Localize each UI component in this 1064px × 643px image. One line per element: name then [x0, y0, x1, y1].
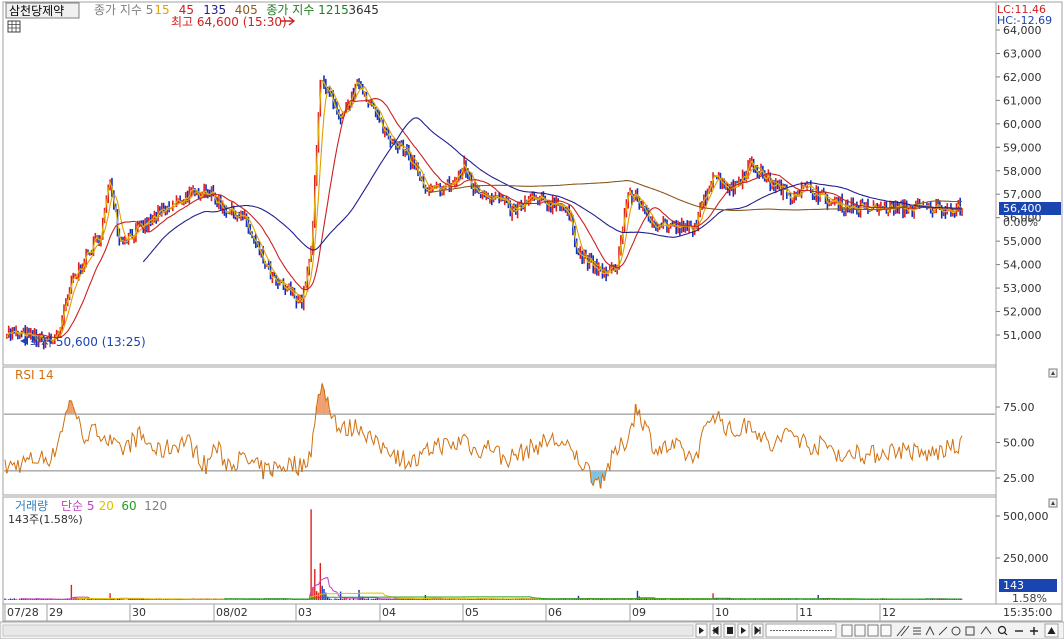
x-tick-label: 05	[465, 606, 479, 619]
price-tick-label: 54,000	[1003, 259, 1042, 272]
stock-name: 삼천당제약	[9, 3, 64, 18]
legend-item: 15	[154, 3, 169, 17]
price-tick-label: 61,000	[1003, 94, 1042, 107]
legend-item: 종가 지수 5	[94, 3, 153, 17]
chart-canvas[interactable]: 51,00052,00053,00054,00055,00056,00057,0…	[0, 0, 1064, 640]
current-volume: 143	[1003, 579, 1024, 592]
x-tick-label: 10	[715, 606, 729, 619]
x-tick-label: 08/02	[216, 606, 248, 619]
price-tick-label: 60,000	[1003, 118, 1042, 131]
volume-subtitle: 143주(1.58%)	[8, 513, 83, 526]
price-tick-label: 51,000	[1003, 329, 1042, 342]
high-annotation: 최고 64,600 (15:30)	[171, 15, 287, 29]
price-panel[interactable]	[2, 1, 997, 366]
grid-settings-icon[interactable]	[7, 20, 21, 33]
layout-icon[interactable]	[841, 624, 853, 637]
price-tick-label: 55,000	[1003, 235, 1042, 248]
copy-icon[interactable]	[854, 624, 866, 637]
x-tick-label: 09	[632, 606, 646, 619]
x-tick-label: 12	[882, 606, 896, 619]
price-tick-label: 53,000	[1003, 282, 1042, 295]
x-tick-label: 04	[382, 606, 396, 619]
horizontal-scrollbar[interactable]	[2, 624, 694, 637]
stock-chart-window: 51,000 52,000 53,000 54,000 55,000 56,000 57,0…	[0, 0, 1064, 640]
current-volume-pct: 1.58%	[1012, 592, 1047, 605]
price-tick-label: 58,000	[1003, 165, 1042, 178]
stop-icon	[727, 627, 733, 634]
volume-tick-label: 250,000	[1003, 552, 1049, 565]
time-axis	[2, 603, 1063, 622]
volume-title: 거래량	[15, 499, 48, 513]
volume-legend-item: 120	[144, 499, 167, 513]
volume-tick-label: 500,000	[1003, 510, 1049, 523]
low-annotation: 최저 50,600 (13:25)	[30, 335, 146, 349]
volume-legend-item: 단순 5	[61, 499, 95, 513]
hc-label: HC:-12.69	[997, 14, 1052, 27]
rsi-tick-label: 50.00	[1003, 437, 1035, 450]
volume-legend-item: 60	[121, 499, 136, 513]
price-tick-label: 63,000	[1003, 47, 1042, 60]
current-price: 56,400	[1003, 202, 1042, 215]
x-tick-label: 11	[799, 606, 813, 619]
volume-legend-item: 20	[99, 499, 114, 513]
price-tick-label: 59,000	[1003, 141, 1042, 154]
price-tick-label: 62,000	[1003, 71, 1042, 84]
x-tick-label: 06	[548, 606, 562, 619]
volume-panel[interactable]	[2, 496, 997, 605]
current-pct: 0.00%	[1003, 216, 1038, 229]
legend-item: 3645	[348, 3, 379, 17]
x-tick-label: 07/28	[7, 606, 39, 619]
crosshair-icon[interactable]	[867, 624, 879, 637]
rsi-title: RSI 14	[15, 368, 54, 382]
rsi-tick-label: 25.00	[1003, 472, 1035, 485]
rsi-panel[interactable]	[2, 366, 997, 496]
time-label: 15:35:00	[1003, 606, 1052, 619]
price-tick-label: 52,000	[1003, 306, 1042, 319]
rsi-tick-label: 75.00	[1003, 401, 1035, 414]
price-tick-label: 57,000	[1003, 188, 1042, 201]
indicator-icon[interactable]	[880, 624, 892, 637]
x-tick-label: 29	[49, 606, 63, 619]
x-tick-label: 30	[132, 606, 146, 619]
x-tick-label: 03	[298, 606, 312, 619]
